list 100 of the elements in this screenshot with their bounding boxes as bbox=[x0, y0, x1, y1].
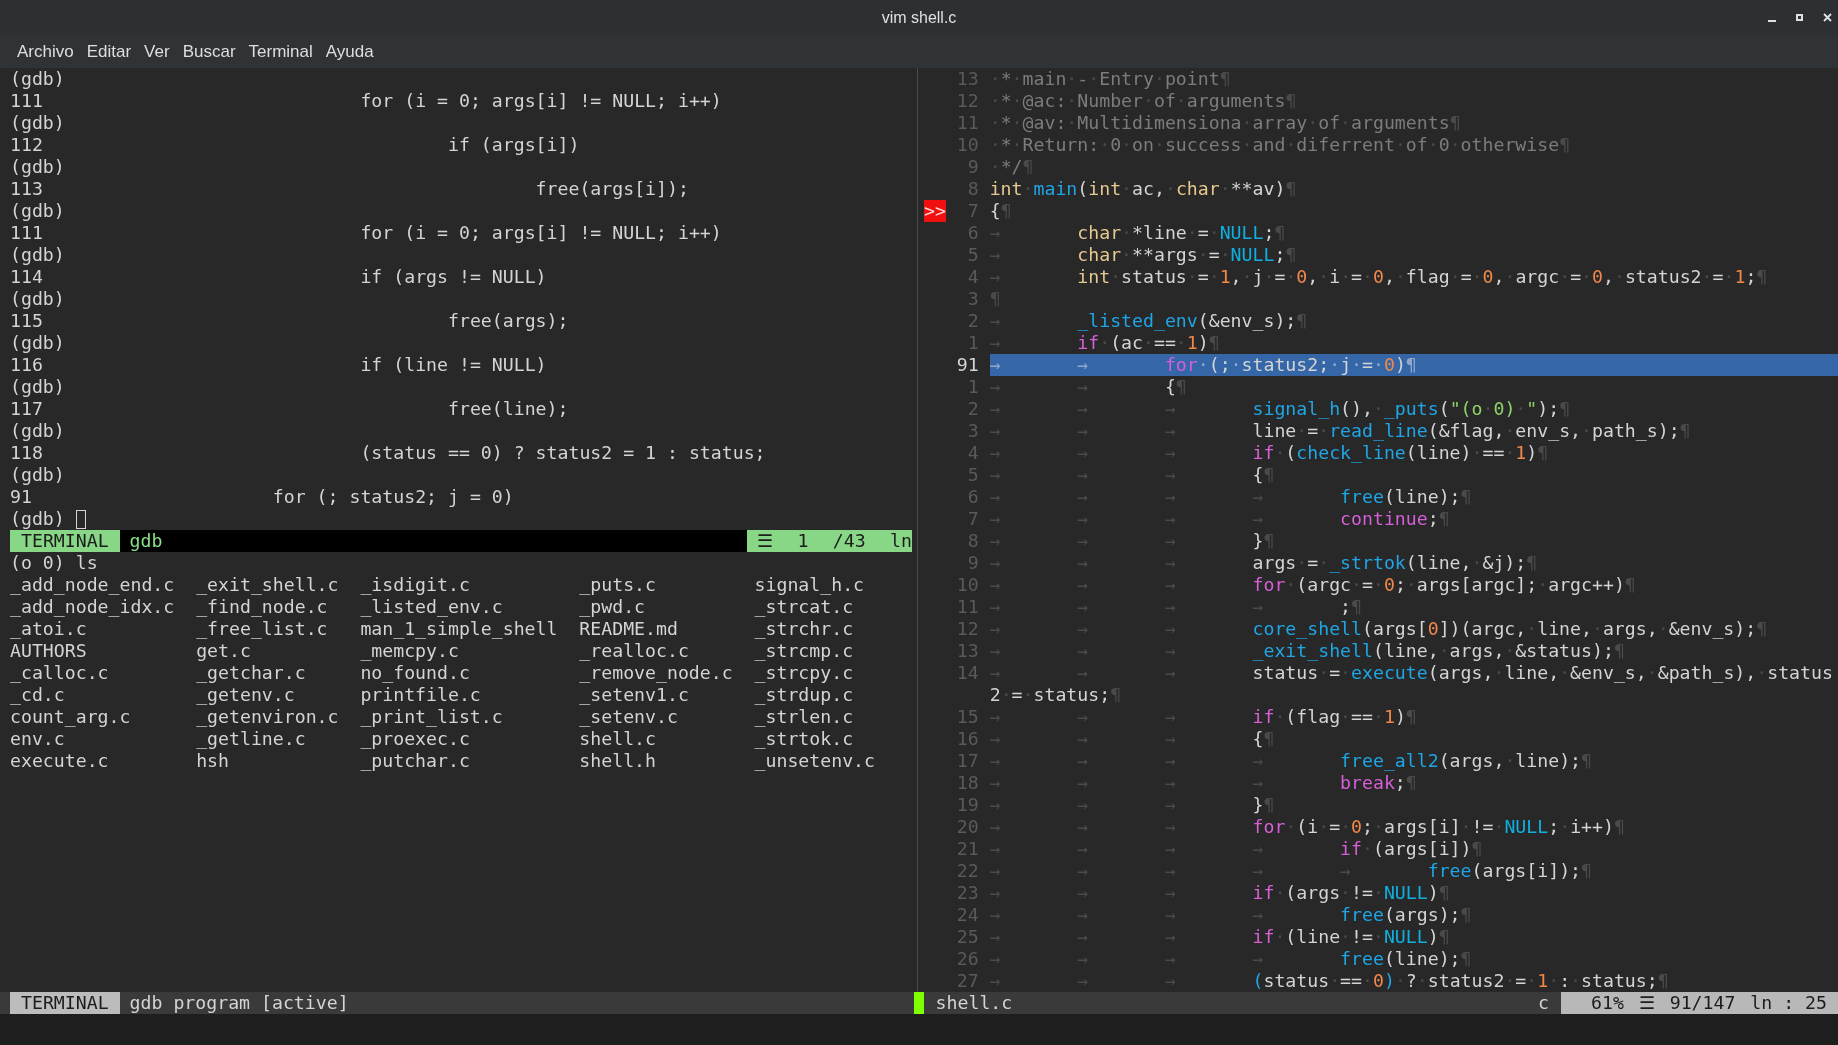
code-line: ·*/¶ bbox=[989, 156, 1035, 178]
file-name: _print_list.c bbox=[360, 706, 504, 728]
terminal-line: (gdb) bbox=[10, 156, 66, 178]
terminal-line: (gdb) bbox=[10, 508, 66, 529]
menu-item[interactable]: Ayuda bbox=[319, 41, 381, 62]
file-name: execute.c bbox=[10, 750, 110, 772]
terminal-line: (gdb) bbox=[10, 332, 66, 354]
terminal-line: 113 free(args[i]); bbox=[10, 178, 690, 200]
cursor bbox=[75, 510, 86, 529]
terminal-line: 111 for (i = 0; args[i] != NULL; i++) bbox=[10, 90, 723, 112]
code-line: {¶ bbox=[989, 200, 1013, 222]
code-line: → → → → if·(args[i])¶ bbox=[989, 838, 1484, 860]
code-line: → → → {¶ bbox=[989, 464, 1276, 486]
terminal-line: (gdb) bbox=[10, 68, 66, 90]
terminal-line: 116 if (line != NULL) bbox=[10, 354, 548, 376]
file-name: _putchar.c bbox=[360, 750, 471, 772]
terminal-line: 114 if (args != NULL) bbox=[10, 266, 548, 288]
file-name: shell.h bbox=[579, 750, 657, 772]
file-name: get.c bbox=[196, 640, 252, 662]
file-name: _add_node_idx.c bbox=[10, 596, 176, 618]
terminal-line: (gdb) bbox=[10, 288, 66, 310]
cursor-marker bbox=[913, 992, 924, 1014]
code-line: → → → → continue;¶ bbox=[989, 508, 1451, 530]
code-line: → → → status·=·execute(args,·line,·&env_s,·&path_s),·status bbox=[989, 662, 1834, 684]
code-line: → char·*line·=·NULL;¶ bbox=[989, 222, 1287, 244]
code-line: → → → }¶ bbox=[989, 794, 1276, 816]
terminal-line: 111 for (i = 0; args[i] != NULL; i++) bbox=[10, 222, 723, 244]
file-name: _realloc.c bbox=[579, 640, 690, 662]
file-name: _cd.c bbox=[10, 684, 66, 706]
file-name: _memcpy.c bbox=[360, 640, 460, 662]
menu-item[interactable]: Editar bbox=[80, 41, 139, 62]
terminal-line: (o 0) ls bbox=[10, 552, 99, 574]
menu-item[interactable]: Terminal bbox=[242, 41, 320, 62]
file-name: _unsetenv.c bbox=[754, 750, 876, 772]
code-line: → → → core_shell(args[0])(argc,·line,·args,·&env_s);¶ bbox=[989, 618, 1769, 640]
code-line: int·main(int·ac,·char·**av)¶ bbox=[989, 178, 1298, 200]
file-name: man_1_simple_shell bbox=[360, 618, 559, 640]
breakpoint-sign: >> bbox=[924, 200, 946, 222]
file-name: _puts.c bbox=[579, 574, 657, 596]
file-name: README.md bbox=[579, 618, 679, 640]
close-icon[interactable] bbox=[1823, 13, 1832, 22]
code-line: → _listed_env(&env_s);¶ bbox=[989, 310, 1309, 332]
position-indicator: 61% ☰ 91/147 ln : 25 bbox=[1561, 992, 1838, 1014]
file-name: _add_node_end.c bbox=[10, 574, 176, 596]
code-line: → → → → break;¶ bbox=[989, 772, 1418, 794]
file-name: _strtok.c bbox=[754, 728, 855, 750]
code-line: → char·**args·=·NULL;¶ bbox=[989, 244, 1298, 266]
mode-indicator: TERMINAL bbox=[10, 530, 120, 552]
code-line: → → → → free(args);¶ bbox=[989, 904, 1473, 926]
menu-item[interactable]: Buscar bbox=[176, 41, 243, 62]
terminal-line: (gdb) bbox=[10, 376, 66, 398]
code-line: ·*·@av:·Multidimensiona·array·of·arguments¶ bbox=[989, 112, 1462, 134]
file-name: _strcmp.c bbox=[754, 640, 855, 662]
terminal-line: (gdb) bbox=[10, 200, 66, 222]
code-line: → → → → ;¶ bbox=[989, 596, 1363, 618]
terminal-line: (gdb) bbox=[10, 112, 66, 134]
code-line: ¶ bbox=[989, 288, 1002, 310]
file-name: signal_h.c bbox=[754, 574, 866, 596]
file-name: _strdup.c bbox=[754, 684, 855, 706]
file-name: _proexec.c bbox=[360, 728, 471, 750]
file-name: _strcat.c bbox=[754, 596, 855, 618]
terminal-line: 112 if (args[i]) bbox=[10, 134, 581, 156]
file-name: env.c bbox=[10, 728, 66, 750]
file-name: shell.c bbox=[579, 728, 657, 750]
code-line: → → → → free(line);¶ bbox=[989, 948, 1473, 970]
code-line: → → → for·(argc·=·0;·args[argc];·argc++)¶ bbox=[989, 574, 1637, 596]
code-line: ·*·@ac:·Number·of·arguments¶ bbox=[989, 90, 1298, 112]
maximize-icon[interactable] bbox=[1796, 14, 1803, 21]
code-line: ·*·main·-·Entry·point¶ bbox=[989, 68, 1232, 90]
menu-item[interactable]: Ver bbox=[138, 41, 177, 62]
file-name: _setenv.c bbox=[579, 706, 679, 728]
file-name: _strcpy.c bbox=[754, 662, 855, 684]
file-name: _getline.c bbox=[196, 728, 307, 750]
code-line: → → → if·(args·!=·NULL)¶ bbox=[989, 882, 1451, 904]
code-line: → → {¶ bbox=[989, 376, 1188, 398]
code-line: → → → if·(check_line(line)·==·1)¶ bbox=[989, 442, 1550, 464]
terminal-line: (gdb) bbox=[10, 420, 66, 442]
file-name: _remove_node.c bbox=[579, 662, 734, 684]
line-number: 91 bbox=[955, 354, 980, 376]
terminal-line: (gdb) bbox=[10, 464, 66, 486]
file-name: AUTHORS bbox=[10, 640, 88, 662]
file-name: hsh bbox=[196, 750, 230, 772]
file-name: _strchr.c bbox=[754, 618, 855, 640]
file-name: _strlen.c bbox=[754, 706, 855, 728]
code-line: → → → → free(line);¶ bbox=[989, 486, 1473, 508]
file-name: _pwd.c bbox=[579, 596, 647, 618]
terminal-line: 91 for (; status2; j = 0) bbox=[10, 486, 515, 508]
file-name: _getenv.c bbox=[196, 684, 296, 706]
terminal-line: 115 free(args); bbox=[10, 310, 570, 332]
file-name: _find_node.c bbox=[196, 596, 329, 618]
menu-item[interactable]: Archivo bbox=[11, 41, 81, 62]
file-name: _isdigit.c bbox=[360, 574, 471, 596]
code-line: → → → if·(flag·==·1)¶ bbox=[989, 706, 1418, 728]
file-name: _exit_shell.c bbox=[196, 574, 340, 596]
file-name: count_arg.c bbox=[10, 706, 132, 728]
code-line: → int·status·=·1,·j·=·0,·i·=·0,·flag·=·0,·argc·=·0,·status2·=·1;¶ bbox=[989, 266, 1769, 288]
file-name: _free_list.c bbox=[196, 618, 329, 640]
code-line: → → → (status·==·0)·?·status2·=·1·:·status;¶ bbox=[989, 970, 1670, 992]
terminal-line: (gdb) bbox=[10, 244, 66, 266]
file-name: _getchar.c bbox=[196, 662, 307, 684]
